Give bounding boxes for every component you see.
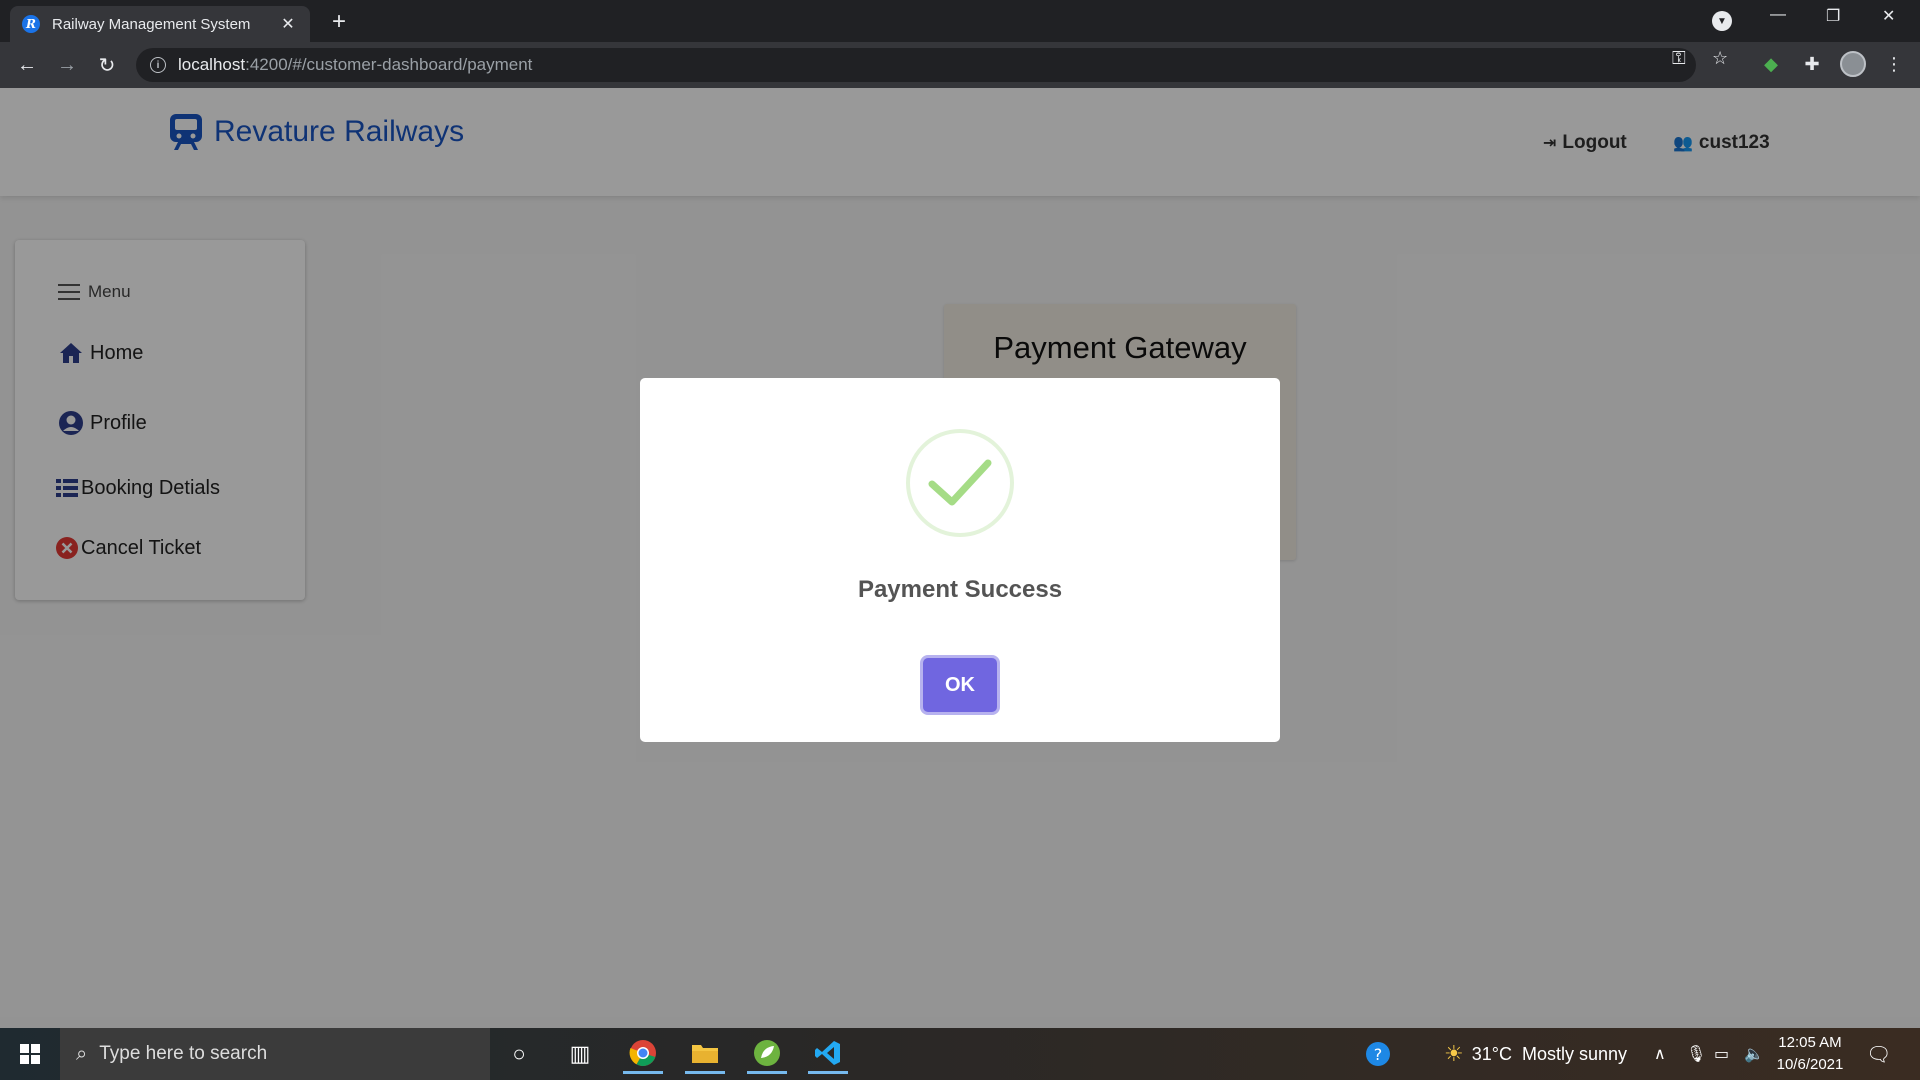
file-explorer-icon[interactable] [685,1034,725,1074]
spring-tool-icon[interactable] [747,1034,787,1074]
cortana-icon[interactable]: ○ [499,1034,539,1074]
tab-title: Railway Management System [52,15,251,33]
microphone-icon[interactable]: 🎙 [1686,1028,1706,1080]
show-hidden-icons[interactable]: ∧ [1654,1028,1666,1080]
url-text: localhost:4200/#/customer-dashboard/paym… [178,55,532,75]
windows-logo-icon [20,1044,40,1064]
url-host: localhost [178,55,246,74]
svg-text:?: ? [1374,1045,1383,1064]
site-info-icon[interactable]: i [150,57,166,73]
search-placeholder: Type here to search [99,1043,268,1064]
task-view-icon[interactable]: ▥ [560,1034,600,1074]
weather-desc: Mostly sunny [1521,1043,1627,1064]
address-bar[interactable]: i localhost:4200/#/customer-dashboard/pa… [136,48,1696,82]
os-taskbar: ⌕ Type here to search ○ ▥ ? ☀ 31°C Mostl… [0,1028,1920,1080]
clock-date: 10/6/2021 [1776,1056,1844,1073]
extension-icon[interactable]: ◆ [1759,52,1783,76]
bookmark-star-icon[interactable]: ☆ [1712,48,1728,69]
puzzle-icon[interactable]: ✚ [1800,52,1824,76]
vscode-icon[interactable] [808,1034,848,1074]
browser-tab-strip: R Railway Management System ✕ + ▼ — ❐ ✕ [0,0,1920,42]
key-icon[interactable]: ⚿ [1672,48,1686,69]
tab-close-icon[interactable]: ✕ [278,14,298,34]
window-close-icon[interactable]: ✕ [1882,6,1895,26]
payment-success-dialog: Payment Success OK [640,378,1280,742]
browser-toolbar: ← → ↻ i localhost:4200/#/customer-dashbo… [0,42,1920,88]
notifications-icon[interactable]: 🗨 [1866,1028,1891,1080]
start-button[interactable] [0,1028,60,1080]
sun-cloud-icon: ☀ [1444,1041,1464,1066]
ok-button[interactable]: OK [923,658,997,712]
reload-icon[interactable]: ↻ [93,51,121,79]
speaker-icon[interactable]: 🔈 [1744,1028,1764,1080]
weather-temp: 31°C [1471,1043,1512,1064]
search-icon: ⌕ [76,1042,88,1065]
browser-tab[interactable]: R Railway Management System ✕ [10,6,310,42]
success-check-icon [906,429,1014,537]
minimize-icon[interactable]: — [1770,6,1786,24]
railway-favicon-icon: R [22,15,40,33]
battery-icon[interactable]: ▭ [1714,1028,1729,1080]
weather-widget[interactable]: ☀ 31°C Mostly sunny [1444,1028,1627,1080]
forward-icon[interactable]: → [53,51,81,79]
profile-avatar[interactable] [1840,51,1866,77]
restore-icon[interactable]: ❐ [1826,6,1840,26]
more-menu-icon[interactable]: ⋮ [1882,52,1906,76]
help-icon[interactable]: ? [1364,1028,1392,1080]
taskbar-search[interactable]: ⌕ Type here to search [60,1028,490,1080]
new-tab-button[interactable]: + [326,8,352,36]
back-icon[interactable]: ← [13,51,41,79]
system-clock[interactable]: 12:05 AM 10/6/2021 [1770,1032,1850,1076]
clock-time: 12:05 AM [1778,1034,1842,1051]
tab-search-icon[interactable]: ▼ [1712,11,1732,31]
url-path: :4200/#/customer-dashboard/payment [245,55,533,74]
chrome-icon[interactable] [623,1034,663,1074]
dialog-message: Payment Success [857,576,1063,603]
